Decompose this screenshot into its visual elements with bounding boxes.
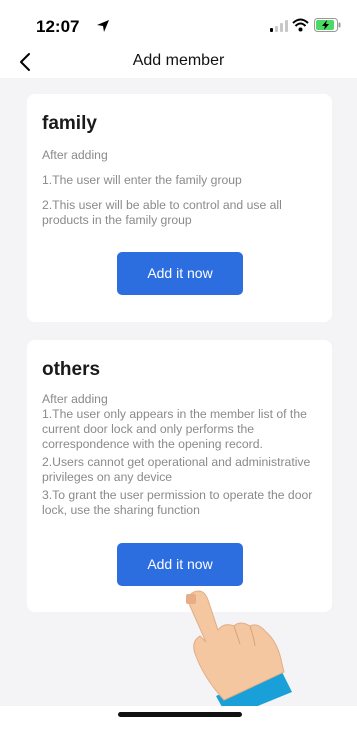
others-card-line: 3.To grant the user permission to operat… [42, 488, 313, 517]
wifi-icon [292, 18, 309, 32]
family-card-title: family [42, 113, 97, 134]
status-bar: 12:07 [0, 0, 357, 44]
battery-charging-icon [314, 18, 341, 32]
others-card-line: 2.Users cannot get operational and admin… [42, 455, 311, 484]
family-card-line: 1.The user will enter the family group [42, 173, 242, 187]
others-card-line: After adding [42, 392, 108, 406]
others-card-title: others [42, 359, 101, 380]
home-indicator [118, 712, 242, 717]
page-title: Add member [132, 52, 225, 69]
signal-icon [270, 20, 288, 32]
status-time: 12:07 [36, 17, 80, 36]
family-card: family After adding 1.The user will ente… [27, 94, 332, 322]
nav-bar: Add member [0, 44, 357, 78]
pointing-hand-icon [186, 590, 292, 718]
family-card-line: 2.This user will be able to control and … [42, 198, 282, 227]
bottom-strip [0, 706, 357, 733]
add-family-button[interactable]: Add it now [117, 252, 243, 295]
others-card-line: 1.The user only appears in the member li… [42, 407, 307, 451]
family-card-line: After adding [42, 148, 108, 162]
location-arrow-icon [97, 20, 109, 32]
